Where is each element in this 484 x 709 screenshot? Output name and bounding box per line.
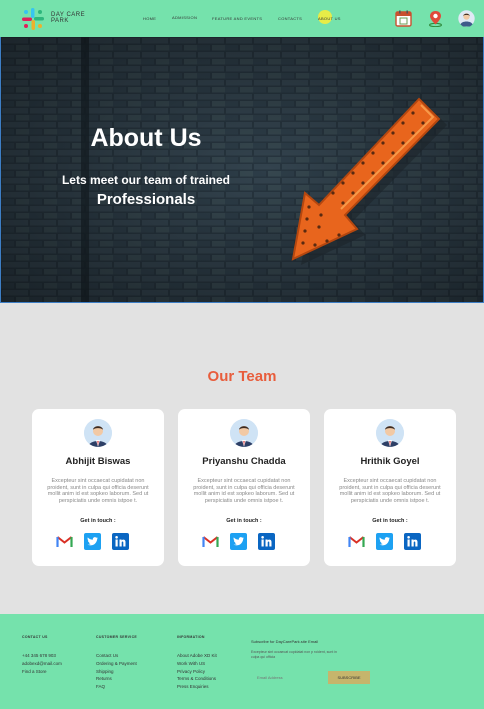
footer-phone[interactable]: +44 345 678 903: [22, 652, 62, 660]
footer-link[interactable]: Privacy Policy: [177, 668, 217, 676]
footer-link[interactable]: Terms & Conditions: [177, 675, 217, 683]
footer-customer-column: CUSTOMER SERVICE Contact Us Ordering & P…: [96, 635, 137, 691]
brand-name[interactable]: DAY CARE PARK: [51, 12, 85, 24]
nav-contacts[interactable]: CONTACTS: [278, 16, 302, 21]
footer-information-heading: INFORMATION: [177, 635, 205, 639]
footer-link[interactable]: Work With US: [177, 660, 217, 668]
twitter-icon[interactable]: [376, 533, 393, 550]
site-header: DAY CARE PARK HOME ADMISSION FEATURE AND…: [0, 0, 484, 37]
footer-link[interactable]: About Adobe XD Kit: [177, 652, 217, 660]
member-name: Priyanshu Chadda: [202, 456, 286, 467]
nav-admission[interactable]: ADMISSION: [172, 15, 197, 20]
get-in-touch-label: Get in touch :: [372, 518, 408, 524]
member-description: Excepteur sint occaecat cupidatat non pr…: [47, 478, 149, 504]
footer-contact-heading: CONTACT US: [22, 635, 48, 639]
gmail-icon[interactable]: [56, 533, 73, 550]
nav-about-us[interactable]: ABOUT US: [318, 16, 341, 21]
linkedin-icon[interactable]: [112, 533, 129, 550]
footer-customer-heading: CUSTOMER SERVICE: [96, 635, 138, 639]
user-avatar-icon[interactable]: [458, 10, 475, 27]
gmail-icon[interactable]: [202, 533, 219, 550]
hero-title: About Us: [90, 124, 202, 152]
calendar-icon[interactable]: [395, 10, 412, 27]
team-card: Abhijit Biswas Excepteur sint occaecat c…: [32, 409, 164, 566]
social-links: [202, 533, 286, 550]
footer-find-store[interactable]: Find a Store: [22, 668, 62, 676]
footer-information-column: INFORMATION About Adobe XD Kit Work With…: [177, 635, 217, 691]
footer-link[interactable]: Contact Us: [96, 652, 137, 660]
twitter-icon[interactable]: [84, 533, 101, 550]
member-name: Hrithik Goyel: [360, 456, 420, 467]
member-name: Abhijit Biswas: [65, 456, 131, 467]
subscribe-description: Excepteur sint occaecat cupidatat non p …: [251, 650, 337, 659]
footer-link[interactable]: Returns: [96, 675, 137, 683]
member-description: Excepteur sint occaecat cupidatat non pr…: [193, 478, 295, 504]
hero-subtitle-2: Professionals: [96, 191, 196, 208]
footer-link[interactable]: Ordering & Payment: [96, 660, 137, 668]
nav-home[interactable]: HOME: [143, 16, 156, 21]
linkedin-icon[interactable]: [404, 533, 421, 550]
footer-link[interactable]: FAQ: [96, 683, 137, 691]
twitter-icon[interactable]: [230, 533, 247, 550]
subscribe-button[interactable]: SUBSCRIBE: [328, 671, 370, 684]
location-pin-icon[interactable]: [427, 10, 444, 27]
get-in-touch-label: Get in touch :: [226, 518, 262, 524]
social-links: [348, 533, 432, 550]
member-avatar-icon: [84, 419, 112, 447]
team-card: Priyanshu Chadda Excepteur sint occaecat…: [178, 409, 310, 566]
team-card: Hrithik Goyel Excepteur sint occaecat cu…: [324, 409, 456, 566]
linkedin-icon[interactable]: [258, 533, 275, 550]
member-avatar-icon: [230, 419, 258, 447]
team-section-title: Our Team: [207, 368, 277, 385]
gmail-icon[interactable]: [348, 533, 365, 550]
member-avatar-icon: [376, 419, 404, 447]
footer-link[interactable]: Press Enquiries: [177, 683, 217, 691]
nav-feature-and-events[interactable]: FEATURE AND EVENTS: [212, 16, 262, 21]
social-links: [56, 533, 140, 550]
hero-subtitle: Lets meet our team of trained: [61, 173, 231, 187]
subscribe-title: Subscribe for DayCarePark.site Email: [251, 639, 319, 644]
hero-banner: About Us Lets meet our team of trained P…: [0, 37, 484, 303]
logo-icon[interactable]: [22, 8, 44, 30]
email-address-input[interactable]: [251, 671, 323, 683]
brick-wall-image: [1, 37, 483, 302]
footer-contact-column: CONTACT US +44 345 678 903 adobexd@mail.…: [22, 635, 62, 675]
brand-line-2: PARK: [51, 18, 69, 24]
site-footer: CONTACT US +44 345 678 903 adobexd@mail.…: [0, 614, 484, 709]
get-in-touch-label: Get in touch :: [80, 518, 116, 524]
footer-email[interactable]: adobexd@mail.com: [22, 660, 62, 668]
footer-link[interactable]: Shipping: [96, 668, 137, 676]
member-description: Excepteur sint occaecat cupidatat non pr…: [339, 478, 441, 504]
